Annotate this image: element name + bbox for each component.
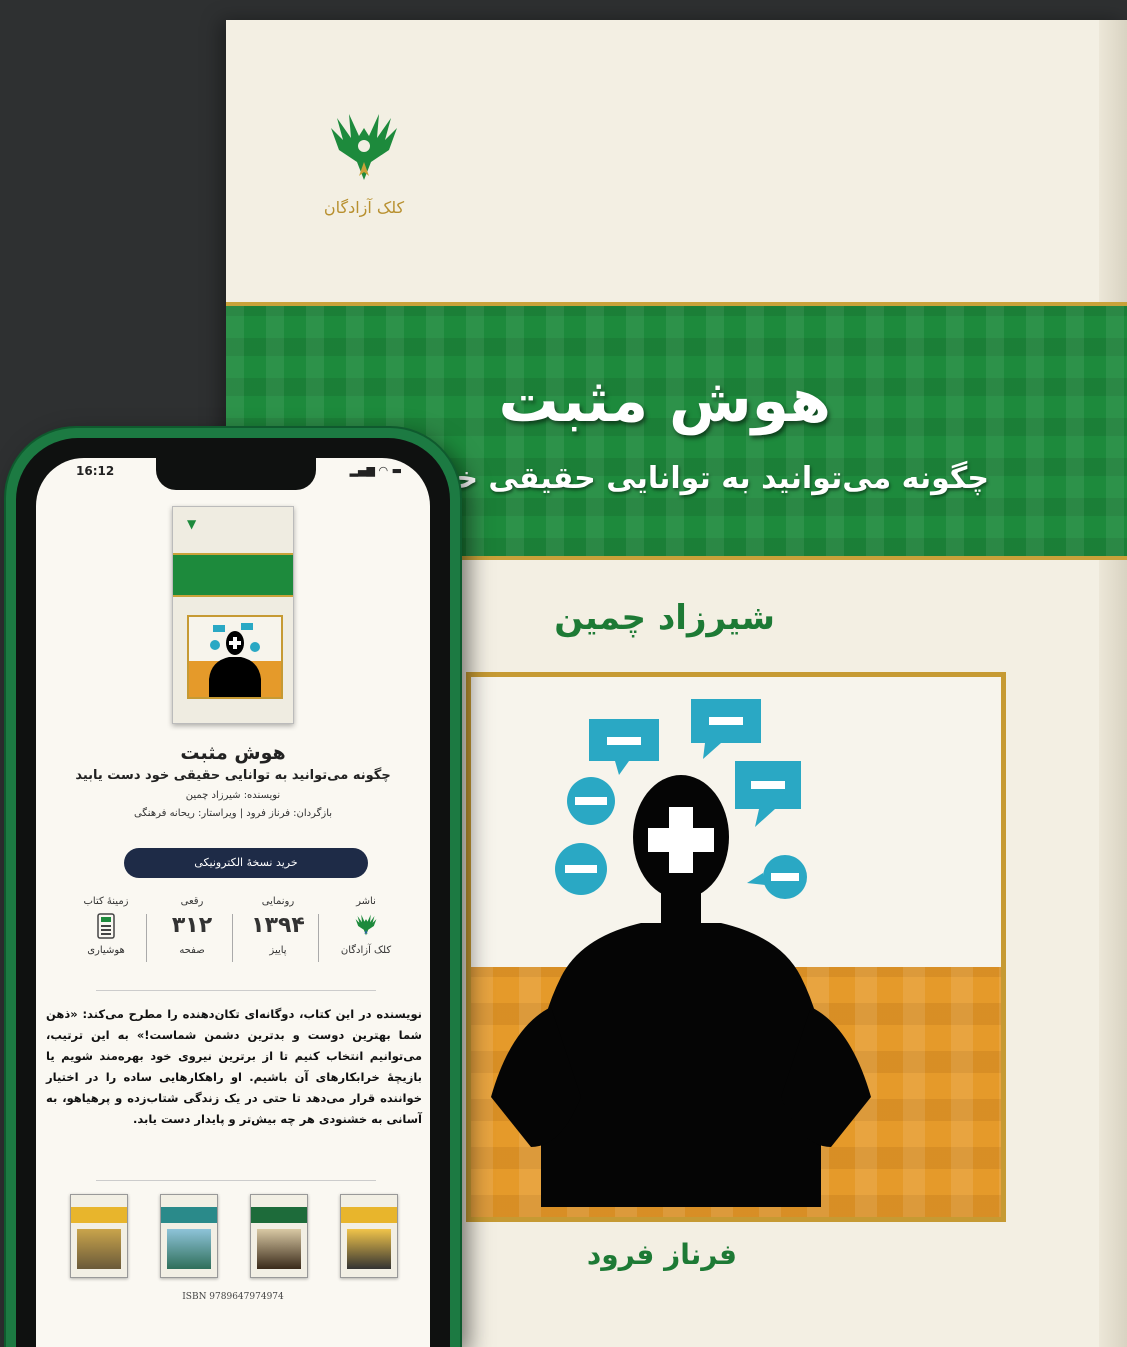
status-time: 16:12 — [76, 464, 115, 478]
silhouette-illustration — [491, 699, 871, 1207]
phone-mockup: 16:12 ▂▄▆ ◠ ▬ ▼ هوش مثبت چگونه می‌توانید… — [6, 428, 460, 1347]
cover-edge — [1099, 20, 1127, 1347]
status-icons: ▂▄▆ ◠ ▬ — [350, 464, 402, 477]
book-thumbnail[interactable]: ▼ — [172, 506, 294, 724]
credits-line: بازگردان: فرناز فرود | ویراستار: ریحانه … — [133, 808, 333, 819]
related-book-thumbnail[interactable] — [250, 1194, 308, 1278]
thumbnail-title-band — [173, 553, 293, 597]
book-subtitle: چگونه می‌توانید به توانایی حقیقی خود دست… — [75, 768, 391, 783]
wifi-icon: ◠ — [378, 464, 389, 477]
publisher-logo: کلک آزادگان — [304, 110, 424, 217]
book-description: نویسنده در این کتاب، دوگانه‌ای تکان‌دهند… — [46, 1007, 422, 1126]
author-line: نویسنده: شیرزاد چمین — [185, 790, 281, 801]
related-books — [70, 1194, 400, 1278]
book-title: هوش مثبت — [180, 742, 286, 764]
phone-notch — [156, 458, 316, 490]
cover-translator: فرناز فرود — [586, 1238, 737, 1271]
eagle-logo-icon: ▼ — [187, 517, 197, 531]
publisher-name: کلک آزادگان — [323, 198, 405, 217]
speech-bubble-icon — [735, 761, 801, 827]
isbn: ISBN 9789647974974 — [182, 1292, 284, 1302]
related-book-thumbnail[interactable] — [340, 1194, 398, 1278]
info-release: رونمایی ۱۳۹۴ پاییز — [251, 896, 305, 956]
related-book-thumbnail[interactable] — [70, 1194, 128, 1278]
divider — [96, 990, 376, 991]
phone-screen: 16:12 ▂▄▆ ◠ ▬ ▼ هوش مثبت چگونه می‌توانید… — [36, 458, 430, 1347]
speech-bubble-icon — [691, 699, 761, 759]
cover-title: هوش مثبت — [498, 366, 831, 436]
info-publisher: ناشر کلک آزادگان — [326, 896, 406, 980]
eagle-logo-icon — [331, 114, 397, 180]
publisher-logo-icon — [326, 913, 406, 943]
cover-author: شیرزاد چمین — [554, 598, 775, 638]
cover-illustration — [466, 672, 1006, 1222]
info-pages: رقعی ۳۱۲ صفحه — [171, 896, 213, 956]
info-subject: زمینهٔ کتاب هوشیاری — [66, 896, 146, 980]
speech-bubble-icon — [589, 719, 659, 775]
divider — [96, 1180, 376, 1181]
battery-icon: ▬ — [391, 464, 402, 477]
signal-icon: ▂▄▆ — [349, 464, 375, 477]
buy-ebook-button[interactable]: خرید نسخهٔ الکترونیکی — [124, 848, 368, 878]
calculator-icon — [66, 913, 146, 943]
related-book-thumbnail[interactable] — [160, 1194, 218, 1278]
thumbnail-illustration — [187, 615, 283, 699]
book-info-row: ناشر کلک آزادگان رونمایی ۱۳۹۴ پاییز رقعی… — [66, 896, 406, 980]
